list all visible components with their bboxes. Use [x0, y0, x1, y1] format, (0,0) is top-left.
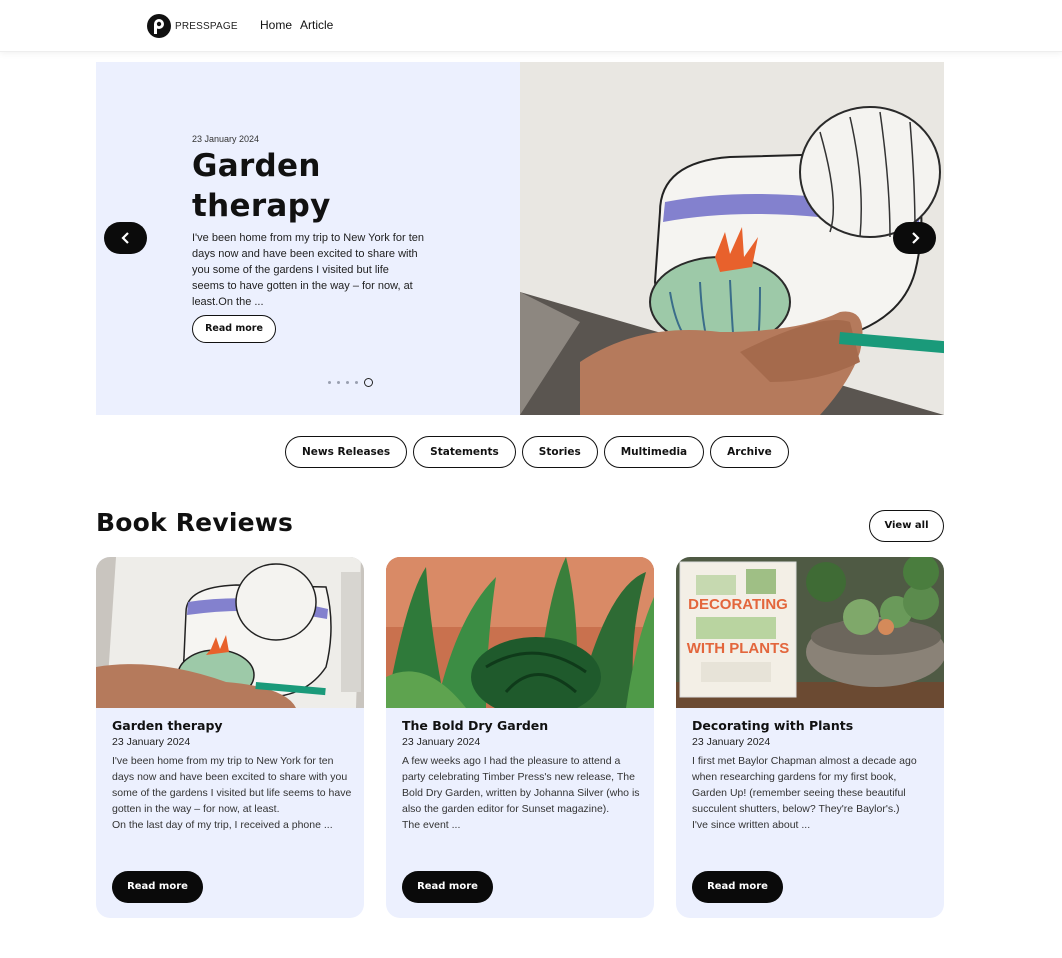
card-image-tropical-plants: [386, 557, 654, 708]
review-card: Garden therapy 23 January 2024 I've been…: [96, 557, 364, 918]
review-card: The Bold Dry Garden 23 January 2024 A fe…: [386, 557, 654, 918]
card-title[interactable]: Decorating with Plants: [692, 718, 932, 733]
hero-slide-content: 23 January 2024 Garden therapy I've been…: [192, 134, 424, 310]
category-filter: News Releases Statements Stories Multime…: [285, 436, 789, 468]
view-all-button[interactable]: View all: [869, 510, 944, 542]
book-cover-title-line2: WITH PLANTS: [687, 640, 790, 657]
nav-article-link[interactable]: Article: [300, 18, 333, 32]
carousel-dot[interactable]: [328, 381, 331, 384]
card-read-more-button[interactable]: Read more: [112, 871, 203, 903]
card-body: The Bold Dry Garden 23 January 2024 A fe…: [402, 718, 642, 833]
card-date: 23 January 2024: [112, 736, 191, 748]
site-header: PRESSPAGE Home Article: [0, 0, 1062, 52]
hero-read-more-button[interactable]: Read more: [192, 315, 276, 343]
hero-date: 23 January 2024: [192, 134, 260, 144]
hero-excerpt: I've been home from my trip to New York …: [192, 232, 424, 308]
nav-home-link[interactable]: Home: [260, 18, 292, 32]
card-excerpt: A few weeks ago I had the pleasure to at…: [402, 755, 640, 831]
site-logo[interactable]: PRESSPAGE: [146, 13, 238, 39]
hero-carousel: 23 January 2024 Garden therapy I've been…: [96, 62, 944, 415]
chevron-right-icon: [911, 232, 920, 244]
book-cover-title-line1: DECORATING: [688, 596, 788, 613]
category-multimedia[interactable]: Multimedia: [603, 436, 705, 468]
card-read-more-button[interactable]: Read more: [402, 871, 493, 903]
chevron-left-icon: [120, 232, 129, 244]
card-read-more-button[interactable]: Read more: [692, 871, 783, 903]
carousel-dot[interactable]: [355, 381, 358, 384]
card-title[interactable]: Garden therapy: [112, 718, 352, 733]
card-image-decorating-book: DECORATING WITH PLANTS: [676, 557, 944, 708]
card-excerpt: I've been home from my trip to New York …: [112, 755, 352, 831]
card-body: Garden therapy 23 January 2024 I've been…: [112, 718, 352, 833]
carousel-indicators: [328, 378, 373, 387]
category-statements[interactable]: Statements: [413, 436, 516, 468]
review-card: DECORATING WITH PLANTS Decorating with P…: [676, 557, 944, 918]
section-title: Book Reviews: [96, 508, 294, 537]
carousel-next-button[interactable]: [893, 222, 936, 254]
hero-title: Garden therapy: [192, 148, 331, 224]
carousel-dot[interactable]: [346, 381, 349, 384]
card-title[interactable]: The Bold Dry Garden: [402, 718, 642, 733]
card-excerpt: I first met Baylor Chapman almost a deca…: [692, 755, 917, 831]
card-body: Decorating with Plants 23 January 2024 I…: [692, 718, 932, 833]
carousel-prev-button[interactable]: [104, 222, 147, 254]
category-stories[interactable]: Stories: [521, 436, 598, 468]
carousel-dot-active[interactable]: [364, 378, 373, 387]
main-nav: Home Article: [260, 18, 333, 32]
presspage-logo-icon: [147, 14, 171, 38]
category-archive[interactable]: Archive: [710, 436, 789, 468]
card-date: 23 January 2024: [402, 736, 481, 748]
carousel-dot[interactable]: [337, 381, 340, 384]
card-date: 23 January 2024: [692, 736, 771, 748]
card-image-coloring-book: [96, 557, 364, 708]
logo-text: PRESSPAGE: [175, 20, 238, 32]
hero-image-coloring-book: [520, 62, 944, 415]
category-news-releases[interactable]: News Releases: [285, 436, 408, 468]
